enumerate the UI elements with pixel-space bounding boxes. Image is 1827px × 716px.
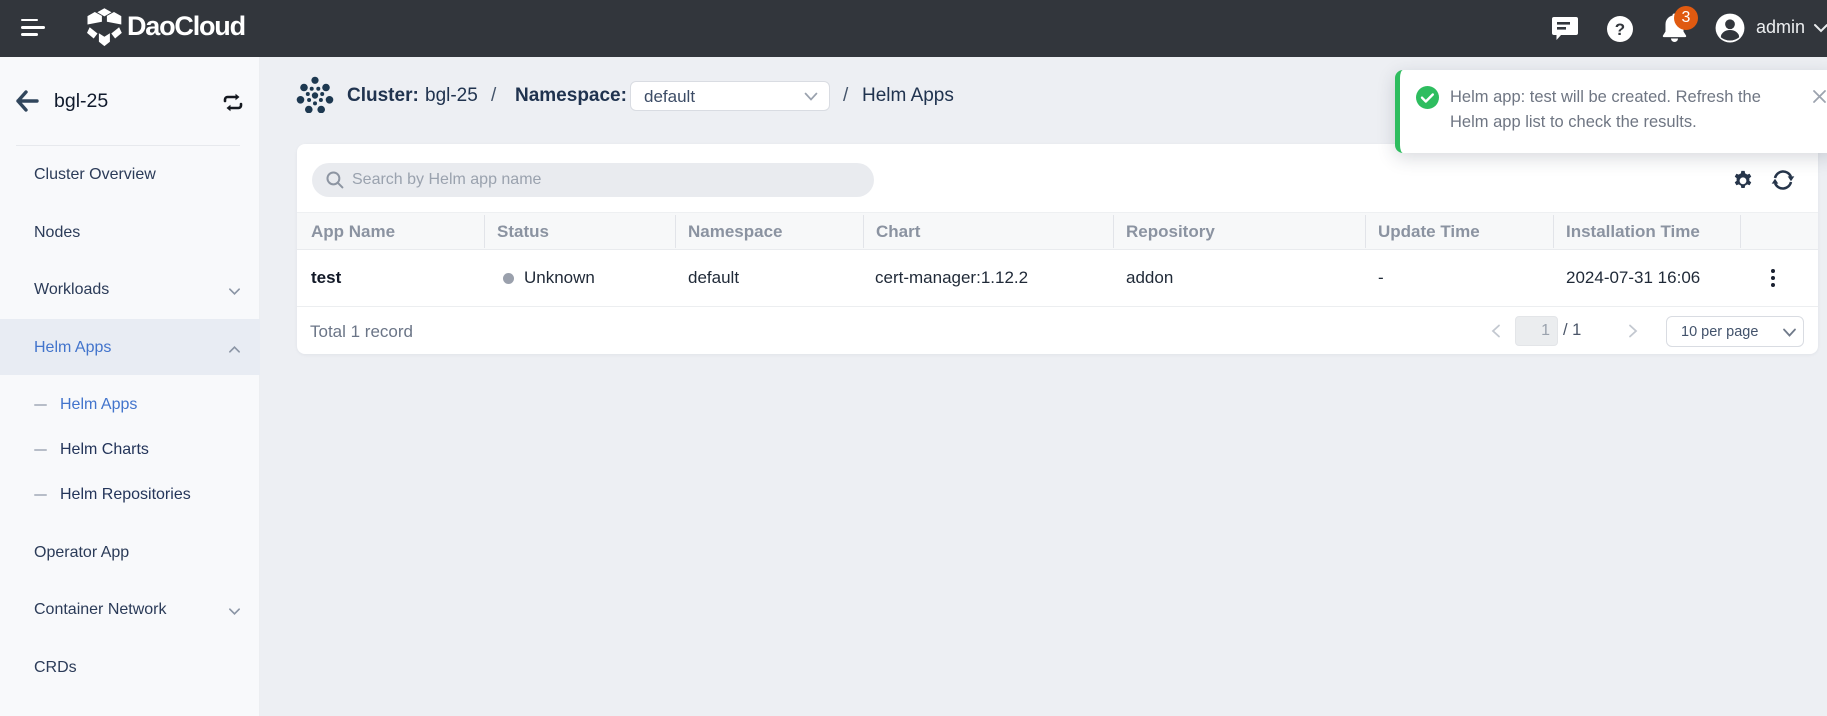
svg-text:?: ?	[1615, 20, 1625, 39]
